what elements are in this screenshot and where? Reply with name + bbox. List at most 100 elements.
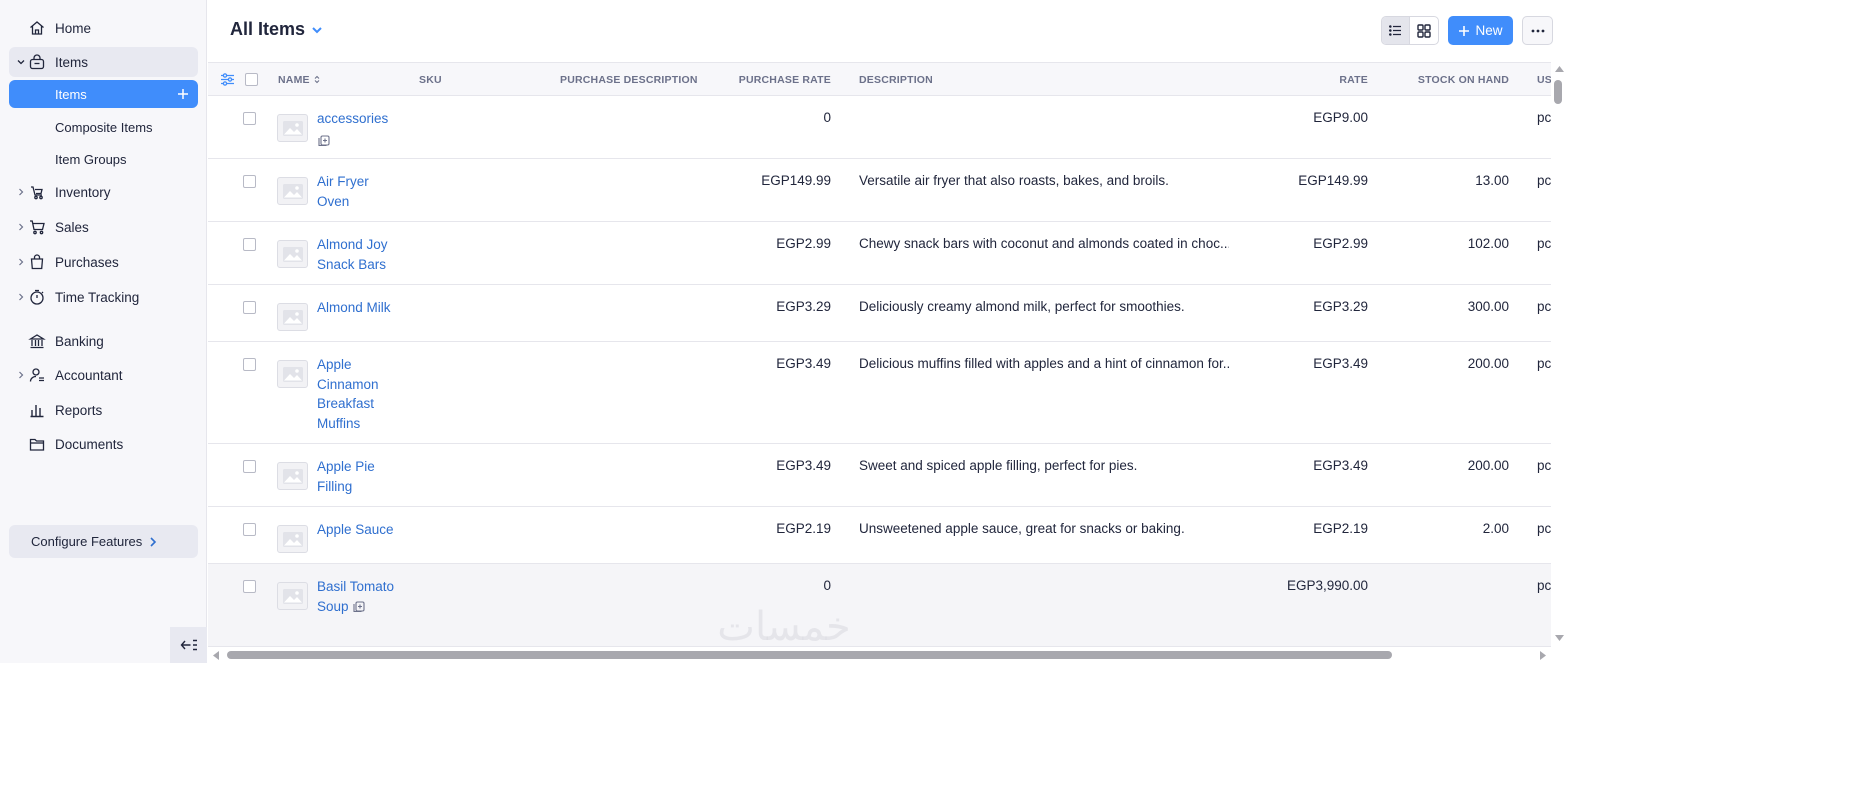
sidebar-subitem-label: Items (55, 86, 87, 102)
row-checkbox[interactable] (243, 580, 256, 593)
row-checkbox[interactable] (243, 460, 256, 473)
sidebar-item-sales[interactable]: Sales (9, 212, 198, 242)
item-name-link[interactable]: Basil Tomato Soup (317, 577, 399, 616)
sidebar-item-purchases[interactable]: Purchases (9, 247, 198, 277)
item-name-link[interactable]: accessories (317, 109, 399, 150)
item-name-link[interactable]: Apple Cinnamon Breakfast Muffins (317, 355, 399, 433)
page-header: All Items New (208, 0, 1568, 62)
table-row[interactable]: Air Fryer Oven EGP149.99 Versatile air fry… (208, 159, 1551, 222)
grid-icon (1417, 23, 1431, 38)
row-checkbox[interactable] (243, 238, 256, 251)
scroll-left-icon[interactable] (213, 651, 219, 660)
column-header-sku[interactable]: SKU (419, 74, 442, 86)
item-name-link[interactable]: Air Fryer Oven (317, 172, 399, 211)
items-table-body: accessories 0 EGP9.00 pc Air Fryer Oven EGP14… (208, 96, 1551, 647)
list-view-button[interactable] (1382, 17, 1411, 44)
image-placeholder-icon (282, 309, 303, 325)
stock-on-hand-cell: 13.00 (1475, 173, 1509, 188)
sidebar-item-reports[interactable]: Reports (9, 395, 198, 425)
vertical-scrollbar[interactable] (1551, 62, 1568, 647)
horizontal-scroll-thumb[interactable] (227, 651, 1392, 659)
purchase-rate-cell: EGP3.49 (776, 458, 831, 473)
sidebar-item-accountant[interactable]: Accountant (9, 360, 198, 390)
grid-view-button[interactable] (1410, 17, 1438, 44)
description-cell: Versatile air fryer that also roasts, ba… (859, 173, 1169, 188)
scroll-down-icon[interactable] (1555, 635, 1564, 641)
sidebar-item-label: Home (55, 20, 92, 36)
view-toggle (1381, 16, 1439, 45)
scroll-up-icon[interactable] (1555, 66, 1564, 72)
rate-cell: EGP3.49 (1313, 356, 1368, 371)
table-row[interactable]: Apple Pie Filling EGP3.49 Sweet and spiced… (208, 444, 1551, 507)
sidebar-subitem-item-groups[interactable]: Item Groups (9, 145, 198, 173)
view-selector[interactable]: All Items (230, 19, 323, 40)
shopping-bag-icon (30, 254, 44, 270)
sidebar-item-label: Purchases (55, 254, 119, 270)
item-thumbnail (277, 114, 308, 142)
usage-unit-cell: pc (1537, 236, 1551, 251)
item-thumbnail (277, 177, 308, 205)
more-horizontal-icon (1531, 29, 1544, 32)
image-placeholder-icon (282, 531, 303, 547)
item-name-link[interactable]: Apple Sauce (317, 520, 399, 540)
column-header-name[interactable]: NAME (278, 74, 320, 86)
rate-cell: EGP3.29 (1313, 299, 1368, 314)
horizontal-scrollbar[interactable] (208, 647, 1551, 663)
item-name: Almond Joy Snack Bars (317, 237, 388, 272)
sidebar-item-documents[interactable]: Documents (9, 429, 198, 459)
purchase-rate-cell: EGP2.99 (776, 236, 831, 251)
more-options-button[interactable] (1522, 16, 1553, 45)
vertical-scroll-thumb[interactable] (1554, 80, 1562, 104)
sidebar-item-label: Time Tracking (55, 289, 140, 305)
table-row[interactable]: accessories 0 EGP9.00 pc (208, 96, 1551, 159)
sidebar-item-label: Banking (55, 333, 104, 349)
sidebar-item-label: Reports (55, 402, 103, 418)
purchase-rate-cell: EGP3.29 (776, 299, 831, 314)
row-checkbox[interactable] (243, 175, 256, 188)
sidebar-subitem-composite-items[interactable]: Composite Items (9, 113, 198, 141)
item-name: Apple Pie Filling (317, 459, 375, 494)
row-checkbox[interactable] (243, 301, 256, 314)
item-name-link[interactable]: Almond Milk (317, 298, 399, 318)
table-row[interactable]: Almond Milk EGP3.29 Deliciously creamy alm… (208, 285, 1551, 342)
sidebar-subitem-items[interactable]: Items (9, 80, 198, 108)
item-name-link[interactable]: Apple Pie Filling (317, 457, 399, 496)
table-row[interactable]: Basil Tomato Soup 0 EGP3,990.00 pc (208, 564, 1551, 647)
collapse-sidebar-button[interactable] (170, 627, 207, 663)
sort-icon (314, 75, 320, 84)
sidebar-item-banking[interactable]: Banking (9, 326, 198, 356)
inventory-icon (31, 186, 43, 200)
sidebar-item-time-tracking[interactable]: Time Tracking (9, 282, 198, 312)
column-header-stock-on-hand[interactable]: STOCK ON HAND (1418, 74, 1509, 86)
table-row[interactable]: Almond Joy Snack Bars EGP2.99 Chewy snack … (208, 222, 1551, 285)
item-name-link[interactable]: Almond Joy Snack Bars (317, 235, 399, 274)
configure-features-button[interactable]: Configure Features (9, 525, 198, 558)
add-icon[interactable] (176, 87, 190, 101)
column-header-description[interactable]: DESCRIPTION (859, 74, 933, 86)
description-cell: Deliciously creamy almond milk, perfect … (859, 299, 1185, 314)
column-header-usage-unit[interactable]: US (1537, 74, 1552, 86)
row-checkbox[interactable] (243, 358, 256, 371)
chevron-right-icon (19, 188, 24, 196)
table-row[interactable]: Apple Cinnamon Breakfast Muffins EGP3.49 D… (208, 342, 1551, 444)
chevron-down-icon (17, 60, 25, 65)
new-item-button[interactable]: New (1448, 16, 1513, 45)
column-header-purchase-description[interactable]: PURCHASE DESCRIPTION (560, 74, 698, 86)
folder-icon (29, 438, 45, 451)
description-cell: Chewy snack bars with coconut and almond… (859, 236, 1229, 251)
item-thumbnail (277, 462, 308, 490)
accountant-icon (29, 368, 44, 382)
row-checkbox[interactable] (243, 112, 256, 125)
table-row[interactable]: Apple Sauce EGP2.19 Unsweetened apple sauc… (208, 507, 1551, 564)
column-header-rate[interactable]: RATE (1339, 74, 1368, 86)
column-settings-icon[interactable] (220, 72, 235, 87)
column-header-purchase-rate[interactable]: PURCHASE RATE (739, 74, 831, 86)
sidebar-item-home[interactable]: Home (9, 13, 198, 43)
select-all-checkbox[interactable] (245, 73, 258, 86)
sidebar-item-items-group[interactable]: Items (9, 47, 198, 77)
row-checkbox[interactable] (243, 523, 256, 536)
stock-on-hand-cell: 300.00 (1467, 299, 1509, 314)
sidebar-item-inventory[interactable]: Inventory (9, 177, 198, 207)
image-placeholder-icon (282, 120, 303, 136)
scroll-right-icon[interactable] (1540, 651, 1546, 660)
